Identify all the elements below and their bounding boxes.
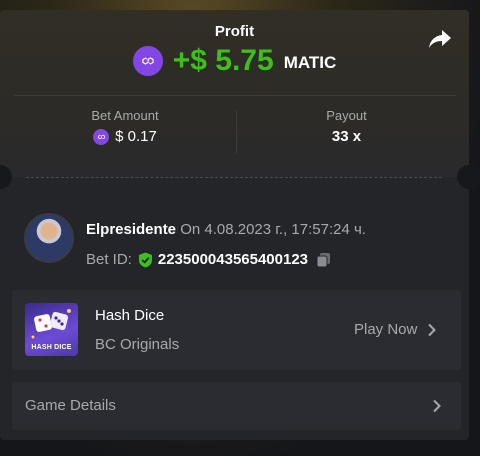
chevron-right-icon: [428, 323, 437, 336]
user-line: Elpresidente On 4.08.2023 г., 17:57:24 ч…: [86, 221, 366, 238]
bet-amount-stat: Bet Amount $ 0.17: [14, 108, 236, 145]
game-provider: BC Originals: [95, 336, 180, 353]
bet-amount-value-row: $ 0.17: [14, 128, 236, 145]
bet-amount-value: $ 0.17: [115, 128, 157, 145]
bet-amount-label: Bet Amount: [91, 108, 159, 123]
bet-datetime: On 4.08.2023 г., 17:57:24 ч.: [180, 221, 366, 238]
copy-icon[interactable]: [316, 252, 331, 268]
share-icon[interactable]: [428, 28, 452, 50]
play-now-button[interactable]: Play Now: [354, 321, 437, 338]
username[interactable]: Elpresidente: [86, 221, 176, 238]
play-now-label: Play Now: [354, 321, 418, 338]
bet-id-line: Bet ID: 223500043565400123: [86, 251, 331, 268]
profit-title: Profit: [214, 23, 255, 40]
matic-coin-icon: [132, 46, 163, 76]
game-name: Hash Dice: [95, 307, 165, 324]
profit-row: +$ 5.75 MATIC: [0, 44, 469, 78]
ticket-notch-right: [457, 165, 480, 189]
header-divider: [14, 95, 456, 96]
game-details-label: Game Details: [25, 397, 116, 414]
game-thumb-label: HASH DICE: [31, 344, 72, 351]
shield-check-icon: [138, 252, 152, 267]
game-details-row[interactable]: Game Details: [12, 382, 461, 430]
ticket-dashed-divider: [26, 177, 442, 178]
profit-value: +$ 5.75: [172, 44, 274, 77]
payout-label: Payout: [326, 108, 367, 123]
game-thumbnail[interactable]: HASH DICE: [25, 303, 78, 356]
user-info: Elpresidente On 4.08.2023 г., 17:57:24 ч…: [24, 213, 454, 273]
bet-detail-card: Profit +$ 5.75 MATIC Bet Amount $ 0.17 P…: [0, 10, 480, 440]
matic-coin-icon: [93, 128, 110, 145]
bet-id-label: Bet ID:: [86, 251, 132, 268]
payout-value: 33 x: [331, 128, 362, 145]
avatar[interactable]: [24, 213, 74, 263]
payout-stat: Payout 33 x: [237, 108, 456, 145]
chevron-right-icon: [433, 399, 441, 413]
profit-currency: MATIC: [283, 52, 337, 72]
game-link-row[interactable]: HASH DICE Hash Dice BC Originals Play No…: [12, 290, 461, 370]
profit-header: Profit +$ 5.75 MATIC Bet Amount $ 0.17 P…: [0, 10, 469, 177]
bet-id-value: 223500043565400123: [157, 251, 309, 268]
